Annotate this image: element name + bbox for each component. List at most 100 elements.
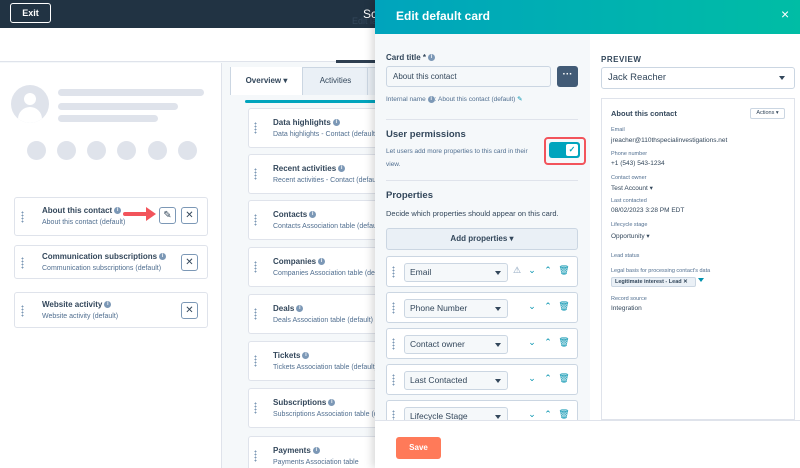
drag-handle-icon[interactable] bbox=[254, 308, 257, 320]
preview-actions-button[interactable]: Actions ▾ bbox=[750, 108, 785, 119]
save-button[interactable]: Save bbox=[396, 437, 441, 459]
left-card-website[interactable]: Website activity i Website activity (defa… bbox=[14, 292, 208, 328]
drag-handle-icon[interactable] bbox=[392, 338, 395, 350]
card-title-input[interactable] bbox=[386, 66, 551, 87]
drag-handle-icon[interactable] bbox=[392, 266, 395, 278]
drag-handle-icon[interactable] bbox=[21, 257, 24, 269]
divider bbox=[386, 180, 578, 181]
property-select[interactable]: Phone Number bbox=[404, 299, 508, 318]
move-up-icon[interactable]: ⌃ bbox=[540, 265, 556, 276]
trash-icon[interactable]: 🗑 bbox=[556, 337, 572, 348]
remove-card-button[interactable]: ✕ bbox=[181, 302, 198, 319]
user-permissions-desc: view. bbox=[386, 161, 401, 168]
info-icon: i bbox=[159, 253, 167, 261]
drag-handle-icon[interactable] bbox=[254, 261, 257, 273]
drag-handle-icon[interactable] bbox=[21, 211, 24, 223]
middle-card[interactable]: Tickets i Tickets Association table (defau… bbox=[248, 341, 380, 381]
property-actions: ⌄ ⌃ 🗑 bbox=[524, 337, 572, 348]
drag-handle-icon[interactable] bbox=[254, 355, 257, 367]
info-icon: i bbox=[296, 305, 304, 313]
drag-handle-icon[interactable] bbox=[392, 374, 395, 386]
property-select[interactable]: Email bbox=[404, 263, 508, 282]
drag-handle-icon[interactable] bbox=[254, 450, 257, 462]
property-row-email: Email ⚠ ⌄ ⌃ 🗑 bbox=[386, 256, 578, 287]
move-up-icon[interactable]: ⌃ bbox=[540, 301, 556, 312]
user-permissions-toggle[interactable]: ✓ bbox=[549, 142, 580, 158]
close-icon[interactable]: × bbox=[781, 6, 789, 22]
drag-handle-icon[interactable] bbox=[392, 302, 395, 314]
card-title: Data highlights i bbox=[273, 118, 340, 127]
remove-card-button[interactable]: ✕ bbox=[181, 254, 198, 271]
card-subtitle: Payments Association table bbox=[273, 459, 359, 466]
drag-handle-icon[interactable] bbox=[392, 410, 395, 420]
drag-handle-icon[interactable] bbox=[21, 305, 24, 317]
add-properties-button[interactable]: Add properties ▾ bbox=[386, 228, 578, 250]
info-icon: i bbox=[338, 165, 346, 173]
move-down-icon[interactable]: ⌄ bbox=[524, 337, 540, 348]
pencil-icon: ✎ bbox=[163, 210, 172, 221]
pencil-icon[interactable]: ✎ bbox=[517, 96, 522, 103]
property-row-owner: Contact owner ⌄ ⌃ 🗑 bbox=[386, 328, 578, 359]
card-subtitle: Deals Association table (default) bbox=[273, 317, 373, 324]
move-up-icon[interactable]: ⌃ bbox=[540, 409, 556, 420]
card-title: About this contact i bbox=[42, 206, 122, 215]
drag-handle-icon[interactable] bbox=[254, 402, 257, 414]
info-icon: i bbox=[312, 447, 320, 455]
move-down-icon[interactable]: ⌄ bbox=[524, 301, 540, 312]
edit-card-button[interactable]: ✎ bbox=[159, 207, 176, 224]
chevron-down-icon bbox=[495, 415, 501, 419]
trash-icon[interactable]: 🗑 bbox=[556, 301, 572, 312]
preview-field-value[interactable]: Test Account ▾ bbox=[611, 184, 653, 192]
move-up-icon[interactable]: ⌃ bbox=[540, 373, 556, 384]
close-icon: ✕ bbox=[185, 210, 194, 221]
property-select[interactable]: Contact owner bbox=[404, 335, 508, 354]
drag-handle-icon[interactable] bbox=[254, 122, 257, 134]
chevron-down-icon bbox=[495, 307, 501, 311]
left-card-communication[interactable]: Communication subscriptions i Communicati… bbox=[14, 245, 208, 279]
tab-activities[interactable]: Activities bbox=[304, 67, 368, 95]
annotation-arrow-head bbox=[146, 207, 156, 221]
skeleton-circle bbox=[117, 141, 136, 160]
middle-card[interactable]: Companies i Companies Association table (d… bbox=[248, 247, 391, 287]
drag-handle-icon[interactable] bbox=[254, 214, 257, 226]
preview-card bbox=[601, 98, 795, 420]
preview-field-value: +1 (543) 543-1234 bbox=[611, 160, 665, 167]
property-select[interactable]: Last Contacted bbox=[404, 371, 508, 390]
preview-field-label: Last contacted bbox=[611, 198, 647, 204]
panel-title: Edit default card bbox=[396, 9, 491, 23]
card-title: Deals i bbox=[273, 304, 304, 313]
trash-icon[interactable]: 🗑 bbox=[556, 373, 572, 384]
card-title: Payments i bbox=[273, 446, 320, 455]
chevron-down-icon[interactable] bbox=[698, 278, 704, 282]
move-down-icon[interactable]: ⌄ bbox=[524, 265, 540, 276]
preview-field-label: Lifecycle stage bbox=[611, 222, 648, 228]
preview-field-label: Lead status bbox=[611, 253, 640, 259]
middle-card[interactable]: Recent activities i Recent activities - Co… bbox=[248, 154, 382, 194]
middle-card[interactable]: Subscriptions i Subscriptions Association … bbox=[248, 388, 397, 428]
card-subtitle: Companies Association table (default) bbox=[273, 270, 391, 277]
preview-contact-select[interactable]: Jack Reacher bbox=[601, 67, 795, 89]
move-up-icon[interactable]: ⌃ bbox=[540, 337, 556, 348]
move-down-icon[interactable]: ⌄ bbox=[524, 373, 540, 384]
more-options-button[interactable]: ··· bbox=[557, 66, 578, 87]
exit-button[interactable]: Exit bbox=[10, 3, 51, 23]
middle-card[interactable]: Data highlights i Data highlights - Contac… bbox=[248, 108, 380, 148]
trash-icon[interactable]: 🗑 bbox=[556, 409, 572, 420]
trash-icon[interactable]: 🗑 bbox=[556, 265, 572, 276]
legal-basis-tag[interactable]: Legitimate interest - Lead ✕ bbox=[611, 277, 696, 287]
middle-card[interactable]: Contacts i Contacts Association table (def… bbox=[248, 200, 383, 240]
middle-card[interactable]: Payments i Payments Association table bbox=[248, 436, 380, 468]
property-actions: ⌄ ⌃ 🗑 bbox=[524, 301, 572, 312]
drag-handle-icon[interactable] bbox=[254, 168, 257, 180]
move-down-icon[interactable]: ⌄ bbox=[524, 409, 540, 420]
property-select[interactable]: Lifecycle Stage bbox=[404, 407, 508, 420]
tab-edit-layout[interactable]: Edit la bbox=[352, 16, 377, 26]
card-subtitle: About this contact (default) bbox=[42, 219, 126, 226]
remove-card-button[interactable]: ✕ bbox=[181, 207, 198, 224]
card-subtitle: Communication subscriptions (default) bbox=[42, 265, 162, 272]
middle-card[interactable]: Deals i Deals Association table (default) bbox=[248, 294, 380, 334]
preview-field-value[interactable]: Opportunity ▾ bbox=[611, 232, 650, 240]
info-icon: i bbox=[427, 95, 435, 103]
tab-overview[interactable]: Overview ▾ bbox=[231, 67, 303, 95]
left-card-about[interactable]: About this contact i About this contact (… bbox=[14, 197, 208, 236]
